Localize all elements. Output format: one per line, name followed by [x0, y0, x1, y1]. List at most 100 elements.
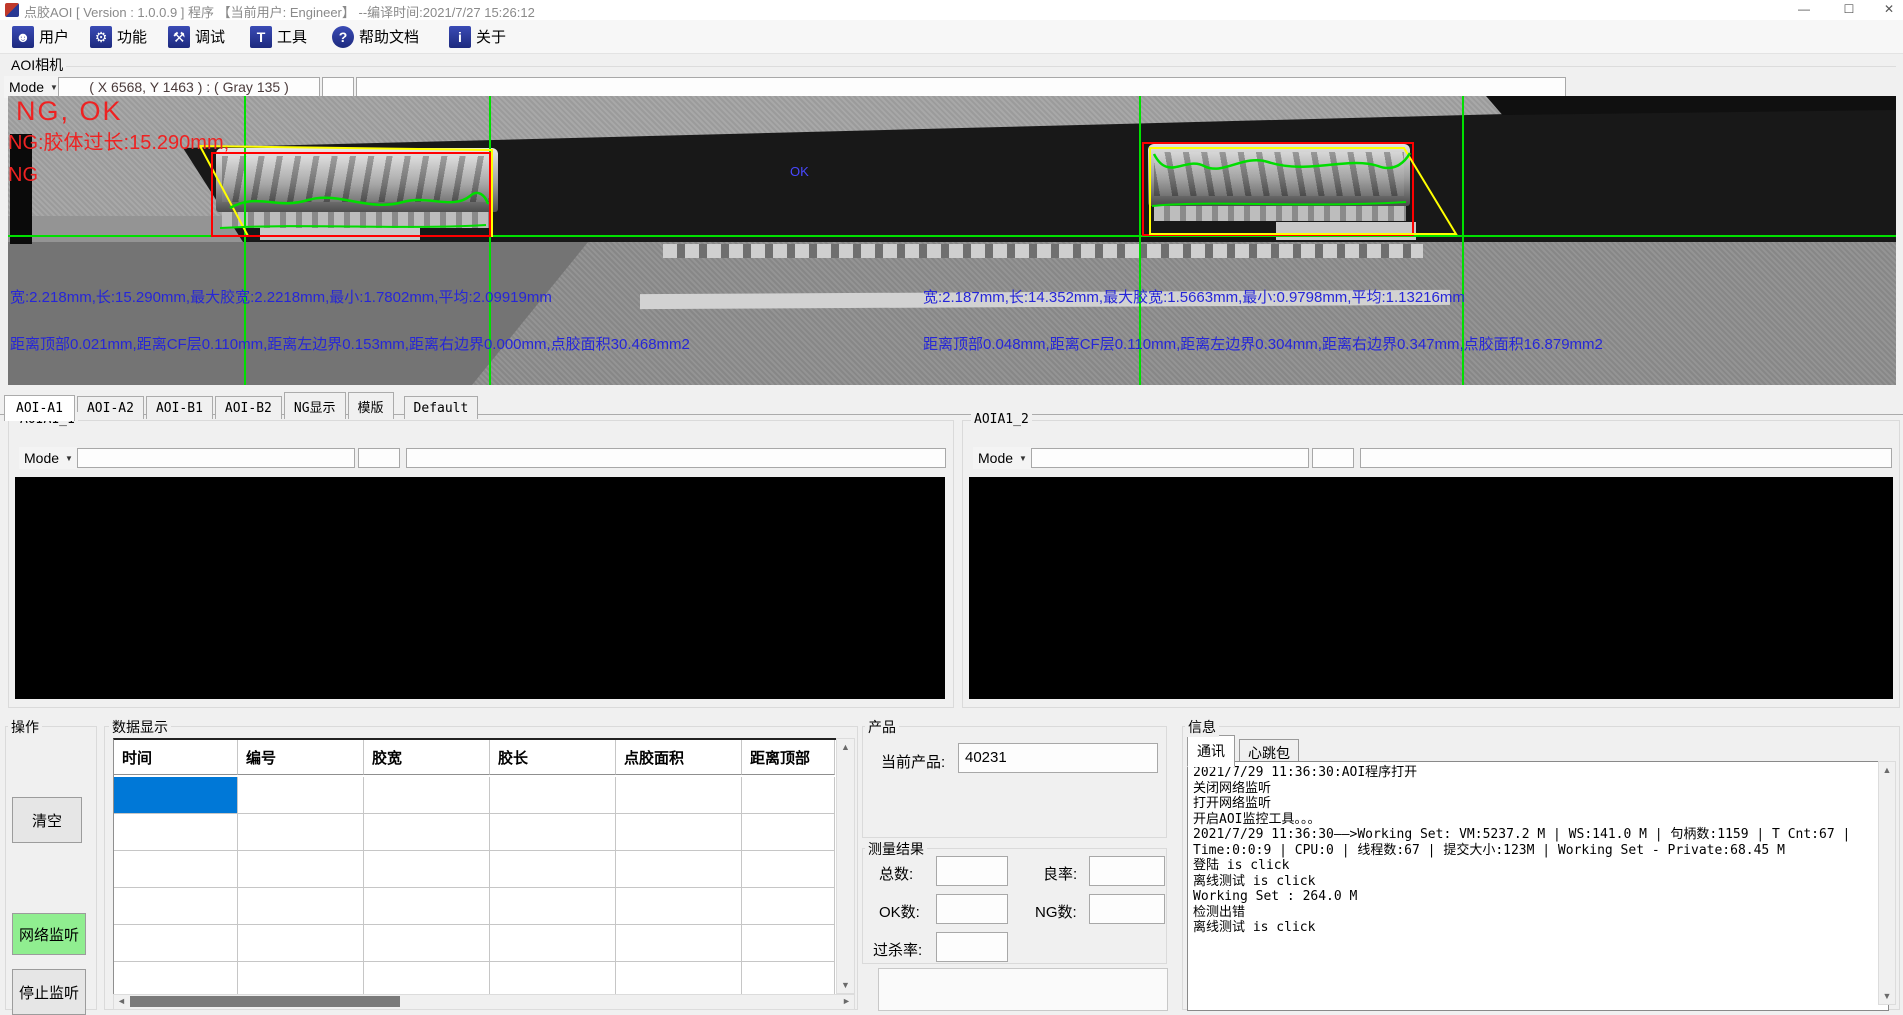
column-header-id[interactable]: 编号	[238, 740, 364, 775]
ok-count-field[interactable]	[936, 894, 1008, 924]
column-header-time[interactable]: 时间	[114, 740, 238, 775]
close-button[interactable]: ✕	[1875, 0, 1903, 19]
column-header-glue-area[interactable]: 点胶面积	[616, 740, 742, 775]
toolbar-button-debug[interactable]: ⚒ 调试	[164, 23, 229, 50]
current-product-input[interactable]: 40231	[958, 743, 1158, 773]
toolbar-button-user[interactable]: ☻ 用户	[8, 23, 73, 50]
table-cell[interactable]	[114, 888, 238, 925]
table-cell[interactable]	[742, 962, 835, 995]
table-cell[interactable]	[364, 962, 490, 995]
table-cell[interactable]	[114, 962, 238, 995]
toolbar-button-tools[interactable]: T 工具	[246, 23, 311, 50]
tab-aoi-b1[interactable]: AOI-B1	[146, 396, 213, 419]
table-cell[interactable]	[114, 925, 238, 962]
table-cell[interactable]	[364, 925, 490, 962]
table-cell[interactable]	[114, 814, 238, 851]
scroll-up-icon[interactable]: ▲	[1879, 762, 1895, 778]
aoia1-2-field-2[interactable]	[1312, 448, 1354, 468]
camera-image-viewport[interactable]: NG, OK NG:胶体过长:15.290mm, NG OK 宽:2.218mm…	[8, 96, 1896, 385]
tab-ng-display[interactable]: NG显示	[284, 392, 346, 419]
column-header-glue-length[interactable]: 胶长	[490, 740, 616, 775]
table-cell[interactable]	[742, 851, 835, 888]
table-vscrollbar[interactable]: ▲ ▼	[836, 738, 855, 994]
table-cell[interactable]	[742, 925, 835, 962]
network-listen-button[interactable]: 网络监听	[12, 913, 86, 955]
tab-template[interactable]: 模版	[348, 392, 394, 419]
table-cell-selected[interactable]	[114, 777, 238, 814]
product-group-label: 产品	[865, 717, 899, 737]
aoia1-1-field-3[interactable]	[406, 448, 946, 468]
aoia1-1-image-viewport[interactable]	[15, 477, 945, 699]
table-cell[interactable]	[238, 962, 364, 995]
scroll-up-icon[interactable]: ▲	[837, 739, 854, 755]
table-hscrollbar[interactable]: ◄ ►	[113, 994, 855, 1010]
table-cell[interactable]	[490, 888, 616, 925]
table-cell[interactable]	[742, 777, 835, 814]
table-cell[interactable]	[364, 777, 490, 814]
tab-default[interactable]: Default	[404, 396, 479, 419]
data-display-group: 数据显示 时间 编号 胶宽 胶长 点胶面积 距离顶部 ▲ ▼ ◄ ►	[104, 726, 858, 1010]
table-cell[interactable]	[616, 851, 742, 888]
table-cell[interactable]	[742, 888, 835, 925]
tab-aoi-b2[interactable]: AOI-B2	[215, 396, 282, 419]
table-cell[interactable]	[490, 925, 616, 962]
table-cell[interactable]	[364, 851, 490, 888]
toolbar-button-function[interactable]: ⚙ 功能	[86, 23, 151, 50]
aoia1-2-image-viewport[interactable]	[969, 477, 1893, 699]
table-cell[interactable]	[490, 851, 616, 888]
table-cell[interactable]	[238, 777, 364, 814]
camera-mode-field-small[interactable]	[322, 77, 354, 97]
right-roi-yellow	[1150, 148, 1456, 234]
info-group-label: 信息	[1185, 717, 1219, 737]
total-count-field[interactable]	[936, 856, 1008, 886]
hscroll-thumb[interactable]	[130, 996, 400, 1007]
table-cell[interactable]	[490, 962, 616, 995]
table-cell[interactable]	[490, 814, 616, 851]
aoia1-1-field-1[interactable]	[77, 448, 355, 468]
tab-aoi-a2[interactable]: AOI-A2	[77, 396, 144, 419]
ng-count-field[interactable]	[1089, 894, 1165, 924]
toolbar-button-help[interactable]: ? 帮助文档	[328, 23, 423, 50]
overkill-rate-field[interactable]	[936, 932, 1008, 962]
table-cell[interactable]	[742, 814, 835, 851]
camera-mode-field-wide[interactable]	[356, 77, 1566, 97]
pixel-coordinate-readout[interactable]: ( X 6568, Y 1463 ) : ( Gray 135 )	[58, 77, 320, 97]
log-vscrollbar[interactable]: ▲ ▼	[1878, 761, 1896, 1005]
table-cell[interactable]	[616, 888, 742, 925]
table-cell[interactable]	[364, 814, 490, 851]
table-cell[interactable]	[490, 777, 616, 814]
chevron-down-icon: ▼	[65, 454, 73, 463]
scroll-down-icon[interactable]: ▼	[1879, 988, 1895, 1004]
camera-mode-dropdown[interactable]: Mode ▼	[4, 76, 63, 98]
table-cell[interactable]	[238, 925, 364, 962]
toolbar-button-about[interactable]: i 关于	[445, 23, 510, 50]
table-cell[interactable]	[364, 888, 490, 925]
table-cell[interactable]	[616, 777, 742, 814]
aoia1-1-field-2[interactable]	[358, 448, 400, 468]
table-cell[interactable]	[238, 888, 364, 925]
clear-button[interactable]: 清空	[12, 797, 82, 843]
stop-listen-button[interactable]: 停止监听	[12, 969, 86, 1015]
aoia1-1-mode-dropdown[interactable]: Mode ▼	[19, 447, 78, 469]
table-cell[interactable]	[238, 814, 364, 851]
table-cell[interactable]	[616, 814, 742, 851]
table-cell[interactable]	[238, 851, 364, 888]
yield-rate-field[interactable]	[1089, 856, 1165, 886]
tab-comm[interactable]: 通讯	[1187, 735, 1235, 767]
table-cell[interactable]	[616, 925, 742, 962]
table-cell[interactable]	[114, 851, 238, 888]
app-window: { "window": { "title": "点胶AOI [ Version …	[0, 0, 1903, 1009]
scroll-down-icon[interactable]: ▼	[837, 977, 854, 993]
column-header-glue-width[interactable]: 胶宽	[364, 740, 490, 775]
log-line: 检测出错	[1193, 905, 1883, 921]
aoia1-2-field-3[interactable]	[1360, 448, 1892, 468]
comm-log[interactable]: 2021/7/29 11:36:30:AOI程序打开 关闭网络监听 打开网络监听…	[1187, 761, 1889, 1011]
maximize-button[interactable]: ☐	[1835, 0, 1863, 19]
camera-group-label: AOI相机	[8, 55, 66, 75]
aoia1-2-mode-dropdown[interactable]: Mode ▼	[973, 447, 1032, 469]
tab-aoi-a1[interactable]: AOI-A1	[4, 395, 75, 421]
aoia1-2-field-1[interactable]	[1031, 448, 1309, 468]
column-header-dist-top[interactable]: 距离顶部	[742, 740, 835, 775]
table-cell[interactable]	[616, 962, 742, 995]
minimize-button[interactable]: —	[1790, 0, 1818, 19]
